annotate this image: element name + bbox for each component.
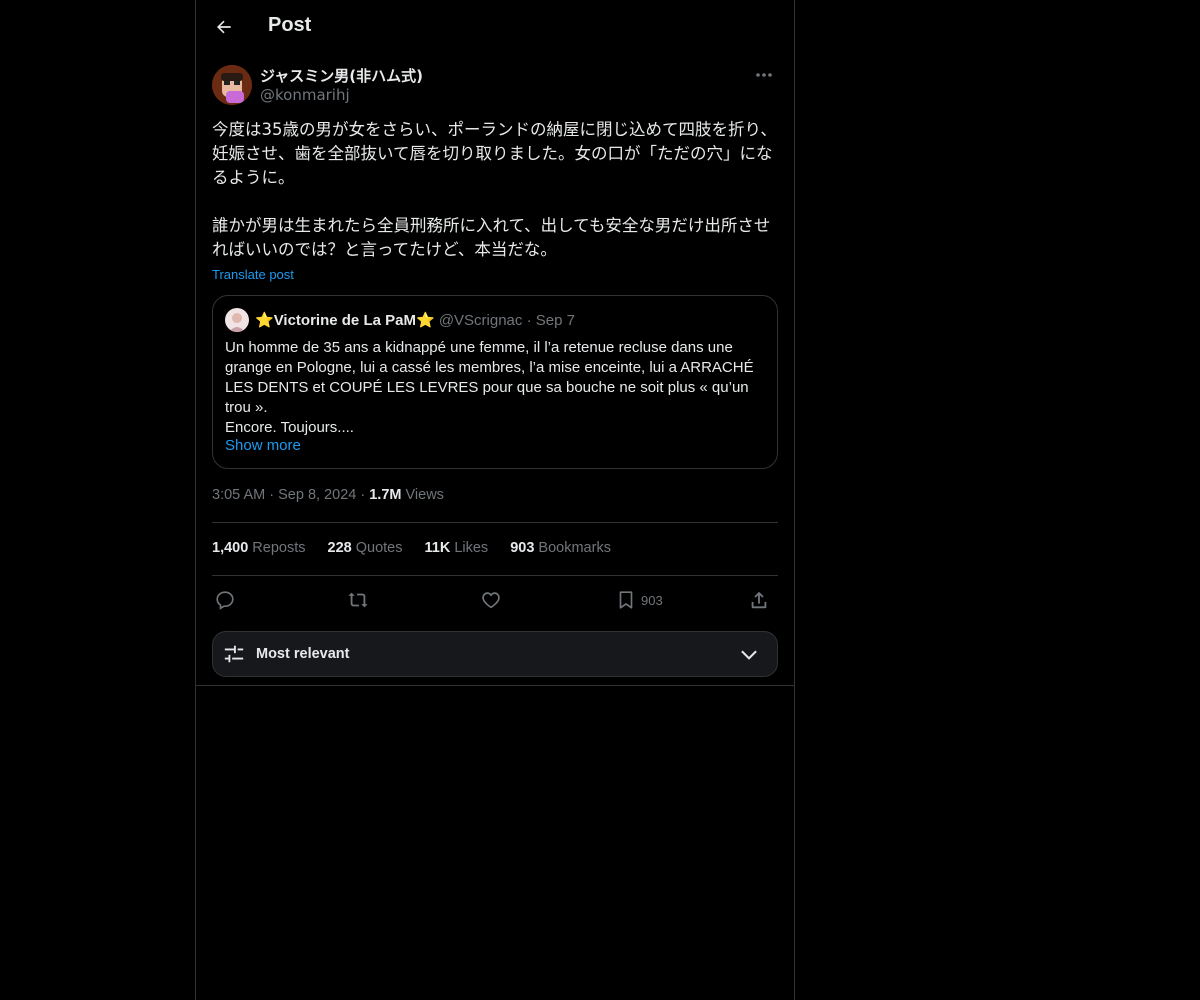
- reposts-label: Reposts: [252, 540, 306, 556]
- post-author: ジャスミン男(非ハム式) @konmarihj: [212, 65, 778, 107]
- star-emoji: ⭐: [255, 312, 274, 329]
- sort-label: Most relevant: [256, 646, 350, 662]
- star-emoji: ⭐: [415, 312, 435, 329]
- separator-dot: ·: [526, 312, 532, 329]
- likes-count: 11K: [424, 540, 451, 556]
- author-name[interactable]: ジャスミン男(非ハム式): [260, 65, 423, 86]
- divider: [212, 575, 778, 576]
- bookmark-button[interactable]: 903: [615, 587, 663, 613]
- bookmark-icon: [619, 591, 633, 609]
- likes-stat[interactable]: 11K Likes: [425, 540, 489, 556]
- reply-icon: [216, 591, 234, 610]
- more-icon: [756, 73, 772, 77]
- quotes-count: 228: [327, 540, 352, 556]
- more-button[interactable]: [752, 65, 776, 85]
- page-header: Post: [196, 0, 794, 54]
- post-time[interactable]: 3:05 AM: [212, 487, 265, 503]
- quote-author-handle: @VScrignac: [438, 312, 523, 329]
- like-button[interactable]: [480, 587, 502, 613]
- post-date[interactable]: Sep 8, 2024: [278, 487, 356, 503]
- quote-header: ⭐Victorine de La PaM⭐ @VScrignac · Sep 7: [255, 311, 575, 329]
- chevron-down-icon: [741, 650, 757, 660]
- quoted-post[interactable]: ⭐Victorine de La PaM⭐ @VScrignac · Sep 7…: [212, 295, 778, 469]
- reply-button[interactable]: [214, 587, 236, 613]
- post-text: 今度は35歳の男が女をさらい、ポーランドの納屋に閉じ込めて四肢を折り、妊娠させ、…: [212, 120, 777, 259]
- sort-replies-dropdown[interactable]: Most relevant: [212, 631, 778, 677]
- repost-icon: [348, 592, 368, 608]
- views-count: 1.7M: [369, 487, 402, 503]
- quotes-label: Quotes: [355, 540, 403, 556]
- author-handle[interactable]: @konmarihj: [260, 86, 350, 104]
- separator-dot: ·: [360, 487, 366, 503]
- main-column: Post ジャスミン男(非ハム式) @konmarihj 今度は35歳の男が女を…: [195, 0, 795, 1000]
- translate-post-link[interactable]: Translate post: [212, 267, 294, 282]
- bookmark-count: 903: [641, 592, 663, 608]
- quote-author-name: Victorine de La PaM: [273, 312, 416, 329]
- separator-dot: ·: [269, 487, 275, 503]
- back-arrow-icon: [217, 20, 231, 34]
- reposts-count: 1,400: [212, 540, 249, 556]
- bookmarks-count: 903: [510, 540, 535, 556]
- likes-label: Likes: [454, 540, 489, 556]
- quote-avatar: [225, 308, 249, 332]
- quote-text: Un homme de 35 ans a kidnappé une femme,…: [225, 339, 754, 436]
- page-title: Post: [268, 14, 312, 36]
- repost-button[interactable]: [346, 587, 370, 613]
- post-stats: 1,400 Reposts 228 Quotes 11K Likes 903 Bookm…: [212, 540, 629, 556]
- avatar[interactable]: [212, 65, 252, 105]
- show-more-link[interactable]: Show more: [225, 437, 301, 454]
- quote-date: Sep 7: [535, 312, 575, 329]
- bookmarks-stat[interactable]: 903 Bookmarks: [510, 540, 611, 556]
- quotes-stat[interactable]: 228 Quotes: [328, 540, 403, 556]
- share-icon: [751, 591, 767, 609]
- back-button[interactable]: [210, 13, 238, 41]
- reposts-stat[interactable]: 1,400 Reposts: [212, 540, 306, 556]
- bookmarks-label: Bookmarks: [538, 540, 611, 556]
- divider: [212, 522, 778, 523]
- share-button[interactable]: [748, 587, 770, 613]
- post-meta: 3:05 AM · Sep 8, 2024 · 1.7M Views: [212, 487, 444, 503]
- like-icon: [482, 592, 500, 609]
- views-label: Views: [405, 487, 444, 503]
- sliders-icon: [224, 645, 244, 663]
- action-bar: 903: [212, 585, 778, 615]
- divider: [196, 685, 794, 686]
